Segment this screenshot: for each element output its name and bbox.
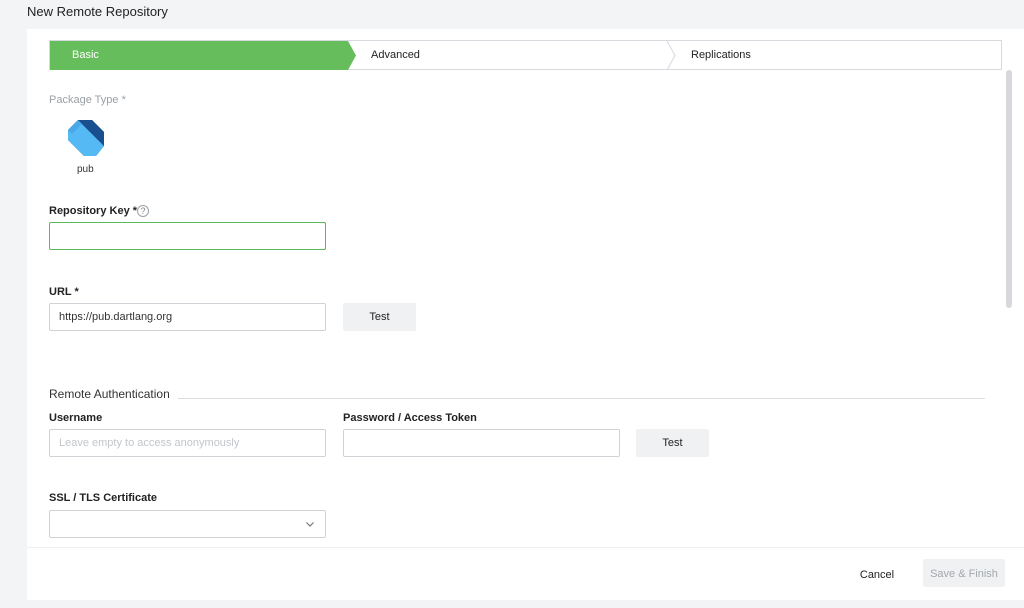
step-replications[interactable]: Replications	[691, 41, 751, 69]
page-title: New Remote Repository	[27, 4, 168, 19]
footer-divider	[27, 547, 1024, 548]
ssl-label: SSL / TLS Certificate	[49, 492, 157, 504]
package-type-name: pub	[77, 164, 94, 175]
wizard-panel: Basic Advanced Replications Package Type…	[27, 29, 1024, 600]
auth-test-button[interactable]: Test	[636, 429, 709, 457]
save-finish-button[interactable]: Save & Finish	[923, 559, 1005, 587]
username-input[interactable]	[49, 429, 326, 457]
section-divider	[178, 398, 985, 399]
wizard-steps: Basic Advanced Replications	[49, 40, 1002, 71]
dart-logo-icon[interactable]	[65, 117, 107, 159]
scrollbar-thumb[interactable]	[1006, 70, 1012, 308]
password-input[interactable]	[343, 429, 620, 457]
url-test-button[interactable]: Test	[343, 303, 416, 331]
repository-key-input[interactable]	[49, 222, 326, 250]
url-label: URL *	[49, 286, 79, 298]
package-type-label: Package Type *	[49, 94, 126, 106]
cancel-button[interactable]: Cancel	[852, 561, 902, 587]
wizard-arrows	[50, 41, 676, 71]
step-basic[interactable]: Basic	[72, 41, 99, 69]
step-divider-1	[666, 41, 676, 71]
password-label: Password / Access Token	[343, 412, 477, 424]
question-circle-icon[interactable]: ?	[137, 205, 149, 217]
step-advanced[interactable]: Advanced	[371, 41, 420, 69]
ssl-certificate-select[interactable]	[49, 510, 326, 538]
chevron-down-icon	[306, 522, 314, 527]
url-input[interactable]	[49, 303, 326, 331]
repository-key-label: Repository Key *	[49, 205, 138, 217]
username-label: Username	[49, 412, 103, 424]
remote-auth-title: Remote Authentication	[49, 387, 170, 401]
